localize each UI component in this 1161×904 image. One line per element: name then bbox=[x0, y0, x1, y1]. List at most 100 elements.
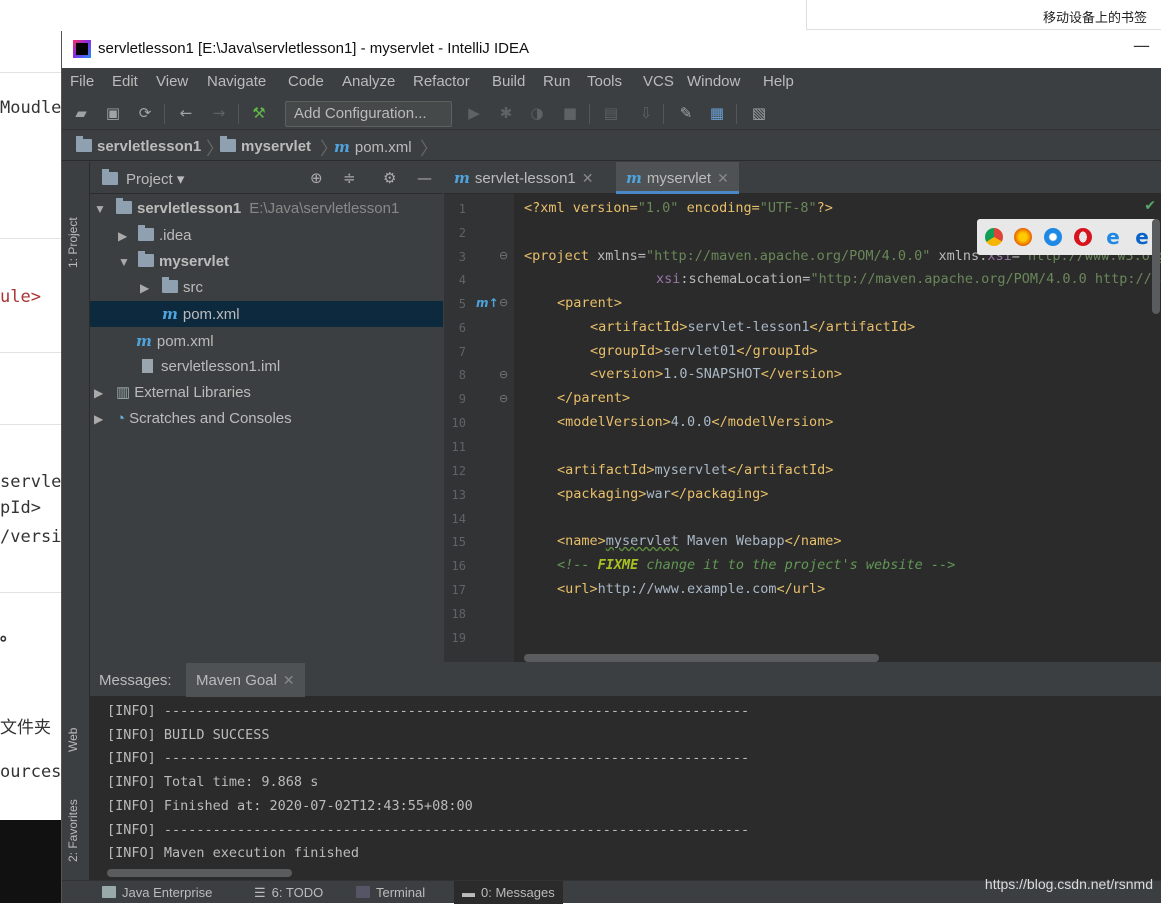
chevron-down-icon[interactable]: ▼ bbox=[118, 249, 130, 275]
bg-snippet: /versi bbox=[0, 527, 62, 547]
tab-favorites[interactable]: 2: Favorites bbox=[66, 799, 80, 862]
tab-maven-goal[interactable]: Maven Goal ✕ bbox=[186, 663, 305, 697]
menu-code[interactable]: Code bbox=[288, 73, 324, 90]
close-icon[interactable]: ✕ bbox=[582, 170, 594, 186]
vcs-commit-icon[interactable]: ⇩ bbox=[637, 104, 655, 122]
fold-icon[interactable]: ⊖ bbox=[499, 249, 508, 262]
tree-item-label: servletlesson1.iml bbox=[142, 354, 280, 380]
edge-icon[interactable]: e bbox=[1133, 227, 1151, 247]
close-icon[interactable]: ✕ bbox=[717, 170, 729, 186]
breadcrumb-file[interactable]: m pom.xml bbox=[334, 138, 412, 156]
menu-view[interactable]: View bbox=[156, 73, 188, 90]
maven-icon: m bbox=[334, 138, 350, 156]
coverage-icon[interactable]: ◑ bbox=[528, 104, 546, 122]
tab-terminal[interactable]: Terminal bbox=[348, 881, 433, 904]
chevron-right-icon[interactable]: ▶ bbox=[118, 223, 127, 249]
back-icon[interactable]: ← bbox=[177, 104, 195, 122]
code-line: xsi:schemaLocation="http://maven.apache.… bbox=[656, 271, 1161, 287]
menu-run[interactable]: Run bbox=[543, 73, 571, 90]
build-hammer-icon[interactable]: ⚒ bbox=[250, 104, 268, 122]
tab-project[interactable]: 1: Project bbox=[66, 217, 80, 268]
line-number: 14 bbox=[451, 512, 466, 526]
tree-item-src[interactable]: ▶ src bbox=[90, 275, 443, 301]
fold-icon[interactable]: ⊖ bbox=[499, 296, 508, 309]
tab-web[interactable]: Web bbox=[66, 728, 80, 752]
breadcrumb-project[interactable]: servletlesson1 bbox=[76, 136, 201, 155]
code-editor[interactable]: <?xml version="1.0" encoding="UTF-8"?> <… bbox=[514, 194, 1161, 662]
menu-analyze[interactable]: Analyze bbox=[342, 73, 395, 90]
bookmark-bar[interactable]: 移动设备上的书签 bbox=[806, 0, 1161, 30]
tree-item-external-libraries[interactable]: ▶ ▥ External Libraries bbox=[90, 380, 443, 406]
menu-navigate[interactable]: Navigate bbox=[207, 73, 266, 90]
add-configuration-button[interactable]: Add Configuration... bbox=[285, 101, 452, 127]
code-line: <name>myservlet Maven Webapp</name> bbox=[557, 533, 842, 549]
horizontal-scrollbar[interactable] bbox=[524, 654, 879, 662]
locate-icon[interactable]: ⊕ bbox=[310, 169, 323, 187]
presentation-icon[interactable]: ▧ bbox=[750, 104, 768, 122]
close-icon[interactable]: — bbox=[1133, 36, 1150, 56]
settings-wrench-icon[interactable]: ✎ bbox=[677, 104, 695, 122]
forward-icon[interactable]: → bbox=[210, 104, 228, 122]
chevron-right-icon[interactable]: ▶ bbox=[140, 275, 149, 301]
run-icon[interactable]: ▶ bbox=[465, 104, 483, 122]
fold-icon[interactable]: ⊖ bbox=[499, 392, 508, 405]
chrome-icon[interactable] bbox=[985, 228, 1003, 246]
title-bar[interactable]: servletlesson1 [E:\Java\servletlesson1] … bbox=[62, 31, 1161, 68]
tree-item-iml[interactable]: servletlesson1.iml bbox=[90, 354, 443, 380]
intellij-logo-icon bbox=[73, 40, 91, 58]
watermark: https://blog.csdn.net/rsnmd bbox=[984, 876, 1153, 892]
code-line: <version>1.0-SNAPSHOT</version> bbox=[590, 366, 842, 382]
close-icon[interactable]: ✕ bbox=[283, 672, 295, 688]
collapse-all-icon[interactable]: ≑ bbox=[343, 169, 356, 187]
tree-item-idea[interactable]: ▶ .idea bbox=[90, 223, 443, 249]
project-structure-icon[interactable]: ▦ bbox=[708, 104, 726, 122]
internet-explorer-icon[interactable]: e bbox=[1104, 227, 1122, 247]
chevron-down-icon[interactable]: ▼ bbox=[94, 196, 106, 222]
code-line: <parent> bbox=[557, 295, 623, 311]
firefox-icon[interactable] bbox=[1014, 228, 1032, 246]
horizontal-scrollbar[interactable] bbox=[107, 869, 292, 877]
module-folder-icon bbox=[116, 198, 132, 214]
bg-snippet: ources bbox=[0, 762, 62, 782]
menu-help[interactable]: Help bbox=[763, 73, 794, 90]
tree-item-label: servletlesson1 E:\Java\servletlesson1 bbox=[116, 196, 399, 222]
safari-icon[interactable] bbox=[1044, 228, 1062, 246]
tree-item-scratches[interactable]: ▶ ◔ Scratches and Consoles bbox=[90, 406, 443, 432]
tree-item-servletlesson1[interactable]: ▼ servletlesson1 E:\Java\servletlesson1 bbox=[90, 196, 443, 222]
menu-build[interactable]: Build bbox=[492, 73, 525, 90]
tab-messages[interactable]: ▬ 0: Messages bbox=[454, 881, 563, 904]
debug-icon[interactable]: ✱ bbox=[497, 104, 515, 122]
maven-parent-icon[interactable]: m↑ bbox=[476, 296, 499, 310]
sync-icon[interactable]: ⟳ bbox=[136, 104, 154, 122]
breadcrumb-module[interactable]: myservlet bbox=[220, 136, 311, 155]
menu-file[interactable]: File bbox=[70, 73, 94, 90]
tab-java-enterprise[interactable]: Java Enterprise bbox=[94, 881, 220, 904]
tab-servlet-lesson1[interactable]: m servlet-lesson1 ✕ bbox=[444, 162, 604, 194]
code-line: <!-- FIXME change it to the project's we… bbox=[557, 557, 956, 573]
menu-refactor[interactable]: Refactor bbox=[413, 73, 470, 90]
menu-window[interactable]: Window bbox=[687, 73, 740, 90]
save-icon[interactable]: ▣ bbox=[104, 104, 122, 122]
vcs-update-icon[interactable]: ▤ bbox=[602, 104, 620, 122]
hide-icon[interactable]: — bbox=[417, 169, 432, 187]
chevron-right-icon[interactable]: ▶ bbox=[94, 406, 103, 432]
chevron-right-icon[interactable]: ▶ bbox=[94, 380, 103, 406]
stop-icon[interactable]: ■ bbox=[561, 104, 579, 122]
tree-item-label: myservlet bbox=[138, 249, 229, 275]
menu-tools[interactable]: Tools bbox=[587, 73, 622, 90]
vertical-scrollbar[interactable] bbox=[1152, 219, 1160, 314]
tree-item-pom-module[interactable]: m pom.xml bbox=[90, 301, 443, 327]
breadcrumb: servletlesson1 〉 myservlet 〉 m pom.xml 〉 bbox=[62, 131, 1161, 161]
tree-item-myservlet[interactable]: ▼ myservlet bbox=[90, 249, 443, 275]
opera-icon[interactable] bbox=[1074, 228, 1092, 246]
menu-edit[interactable]: Edit bbox=[112, 73, 138, 90]
fold-icon[interactable]: ⊖ bbox=[499, 368, 508, 381]
open-folder-icon[interactable]: ▰ bbox=[72, 104, 90, 122]
menu-vcs[interactable]: VCS bbox=[643, 73, 674, 90]
project-view-selector[interactable]: Project ▾ bbox=[126, 170, 184, 188]
mobile-bookmarks-label[interactable]: 移动设备上的书签 bbox=[1043, 7, 1147, 26]
tab-todo[interactable]: ☰ 6: TODO bbox=[246, 881, 331, 904]
gear-icon[interactable]: ⚙ bbox=[383, 169, 396, 187]
tree-item-pom-root[interactable]: m pom.xml bbox=[90, 328, 443, 354]
tab-myservlet[interactable]: m myservlet ✕ bbox=[616, 162, 739, 194]
